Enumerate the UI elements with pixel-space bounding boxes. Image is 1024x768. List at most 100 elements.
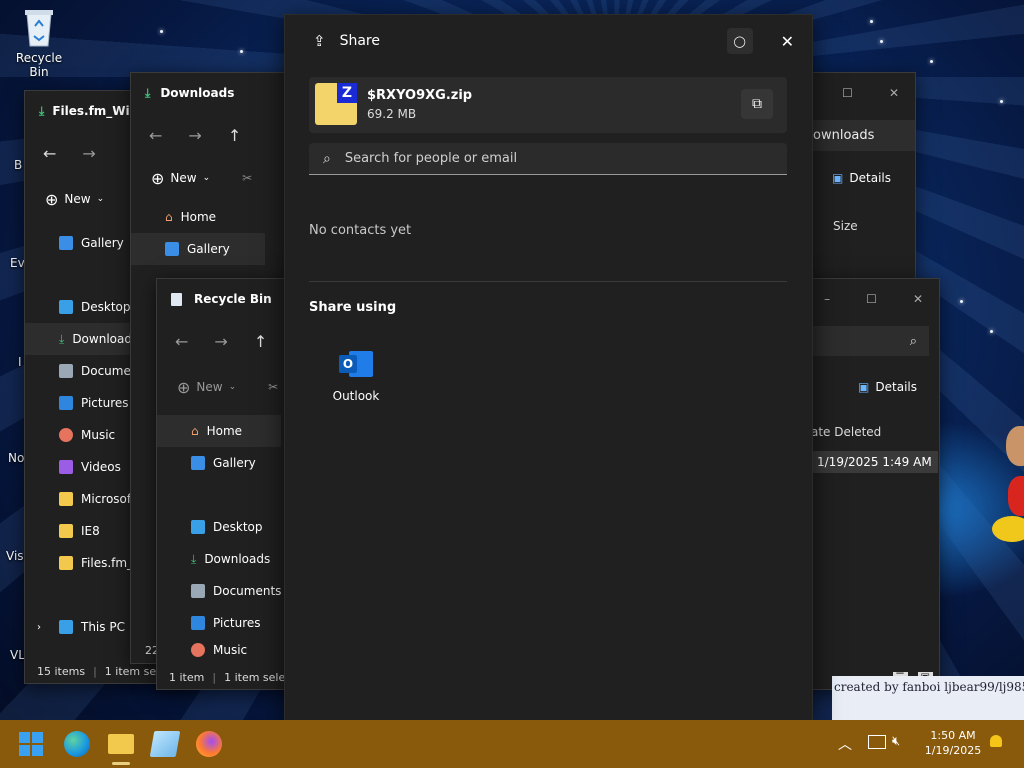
close-icon[interactable]: ✕ bbox=[913, 292, 923, 306]
person-icon: ◯ bbox=[733, 34, 746, 48]
chevron-up-icon[interactable]: ︿ bbox=[838, 734, 852, 754]
start-icon[interactable] bbox=[19, 732, 43, 756]
sidebar-item-label: Downloads bbox=[72, 332, 139, 346]
status-item-count: 15 items bbox=[37, 664, 86, 678]
videos-icon bbox=[59, 460, 73, 474]
column-header-date-deleted[interactable]: ate Deleted bbox=[811, 425, 881, 439]
search-box[interactable]: ⌕ bbox=[797, 326, 929, 356]
mascot-figure bbox=[990, 420, 1024, 550]
back-arrow-icon[interactable]: ← bbox=[175, 332, 188, 351]
desktop-partial-label-3: I bbox=[18, 355, 22, 369]
back-arrow-icon[interactable]: ← bbox=[149, 126, 162, 145]
clock[interactable]: 1:50 AM 1/19/2025 bbox=[918, 728, 988, 758]
search-icon: ⌕ bbox=[909, 333, 917, 349]
zip-file-icon: Z bbox=[315, 83, 357, 125]
people-search-box[interactable]: ⌕ Search for people or email bbox=[309, 143, 787, 175]
recycle-bin-desktop-label: Recycle Bin bbox=[15, 51, 63, 79]
sidebar-item-label: Pictures bbox=[213, 616, 261, 630]
recycle-bin-icon bbox=[171, 292, 182, 306]
mascot-body bbox=[1008, 476, 1024, 516]
back-arrow-icon[interactable]: ← bbox=[43, 144, 56, 163]
network-icon[interactable] bbox=[868, 735, 886, 749]
people-search-placeholder: Search for people or email bbox=[344, 151, 518, 166]
notification-bell-icon[interactable] bbox=[990, 735, 1002, 747]
document-icon bbox=[59, 364, 73, 378]
new-plus-icon: ⊕ bbox=[177, 377, 191, 397]
file-explorer-icon[interactable] bbox=[108, 734, 134, 754]
sidebar-item-label: Home bbox=[180, 210, 217, 224]
sidebar-item-label: Music bbox=[213, 643, 248, 657]
downloads-details-button[interactable]: Details bbox=[849, 171, 891, 185]
chevron-right-icon: › bbox=[37, 621, 41, 633]
sidebar-item-home[interactable]: ⌂ Home bbox=[157, 415, 281, 447]
sidebar-item-label: Home bbox=[206, 424, 243, 438]
sidebar-item-label: Microsoft bbox=[81, 492, 136, 506]
account-button[interactable]: ◯ bbox=[726, 28, 753, 54]
close-icon[interactable]: ✕ bbox=[781, 32, 794, 51]
home-icon: ⌂ bbox=[165, 210, 173, 224]
table-row[interactable]: 1/19/2025 1:49 AM bbox=[811, 451, 938, 473]
forward-arrow-icon[interactable]: → bbox=[214, 332, 227, 351]
outlook-o-badge: O bbox=[339, 355, 357, 373]
share-dialog[interactable]: ⇪ Share ◯ ✕ Z $RXYO9XG.zip 69.2 MB ⧉ ⌕ S… bbox=[284, 14, 813, 721]
folder-icon bbox=[59, 492, 73, 506]
mascot-head bbox=[1006, 426, 1024, 466]
downloads-new-button[interactable]: New bbox=[170, 171, 196, 185]
column-header-size[interactable]: Size bbox=[833, 219, 858, 233]
speaker-muted-icon[interactable]: 🔇︎ bbox=[892, 734, 900, 749]
copy-icon: ⧉ bbox=[752, 96, 762, 112]
row-date-deleted: 1/19/2025 1:49 AM bbox=[817, 455, 932, 469]
firefox-icon[interactable] bbox=[196, 731, 222, 757]
maximize-icon[interactable]: ☐ bbox=[866, 292, 877, 306]
desktop-icon bbox=[59, 300, 73, 314]
sidebar-item-label: IE8 bbox=[81, 524, 100, 538]
files-fm-new-button[interactable]: New bbox=[64, 192, 90, 206]
computer-icon bbox=[59, 620, 73, 634]
forward-arrow-icon[interactable]: → bbox=[188, 126, 201, 145]
watermark-label: created by fanboi ljbear99/lj985 bbox=[832, 676, 1024, 720]
cut-icon[interactable]: ✂ bbox=[268, 380, 278, 394]
recycle-bin-new-button[interactable]: New bbox=[196, 380, 222, 394]
close-icon[interactable]: ✕ bbox=[889, 86, 899, 100]
sidebar-item-gallery[interactable]: Gallery bbox=[131, 233, 265, 265]
recycle-bin-icon bbox=[25, 10, 53, 47]
up-arrow-icon[interactable]: ↑ bbox=[254, 332, 267, 351]
file-size: 69.2 MB bbox=[367, 107, 417, 121]
gallery-icon bbox=[59, 236, 73, 250]
pictures-icon bbox=[191, 616, 205, 630]
recycle-bin-title: Recycle Bin bbox=[194, 292, 272, 306]
active-app-indicator bbox=[112, 762, 130, 765]
share-app-outlook[interactable]: O Outlook bbox=[325, 349, 387, 403]
chevron-down-icon: ⌄ bbox=[96, 194, 105, 204]
folder-icon bbox=[59, 524, 73, 538]
minimize-icon[interactable]: – bbox=[824, 292, 830, 306]
sidebar-item-label: Downloads bbox=[204, 552, 271, 566]
edge-icon[interactable] bbox=[64, 731, 90, 757]
sidebar-item-label: Gallery bbox=[81, 236, 124, 250]
clock-date: 1/19/2025 bbox=[924, 744, 982, 757]
copy-button[interactable]: ⧉ bbox=[741, 89, 773, 119]
recycle-bin-desktop-icon[interactable]: Recycle Bin bbox=[6, 6, 72, 79]
forward-arrow-icon[interactable]: → bbox=[82, 144, 95, 163]
desktop-partial-label-2: Ev bbox=[10, 256, 25, 270]
file-card: Z $RXYO9XG.zip 69.2 MB ⧉ bbox=[309, 77, 787, 133]
downloads-title: Downloads bbox=[160, 86, 235, 100]
download-icon: ⤓ bbox=[145, 85, 151, 100]
notepad-icon[interactable] bbox=[149, 731, 181, 757]
details-pane-icon: ▣ bbox=[832, 171, 844, 185]
share-using-heading: Share using bbox=[309, 300, 397, 315]
cut-icon[interactable]: ✂ bbox=[242, 171, 252, 185]
sidebar-item-label: Music bbox=[81, 428, 116, 442]
maximize-icon[interactable]: ☐ bbox=[842, 86, 853, 100]
status-selection: 1 item selec bbox=[224, 670, 292, 684]
desktop-partial-label-4: No bbox=[8, 451, 25, 465]
outlook-icon: O bbox=[339, 349, 373, 379]
files-fm-title: Files.fm_Wi bbox=[52, 104, 130, 118]
clock-time: 1:50 AM bbox=[930, 729, 976, 742]
document-icon bbox=[191, 584, 205, 598]
recycle-bin-details-button[interactable]: Details bbox=[875, 380, 917, 394]
download-icon: ⤓ bbox=[39, 103, 45, 118]
up-arrow-icon[interactable]: ↑ bbox=[228, 126, 241, 145]
mascot-shoe bbox=[992, 516, 1024, 542]
download-icon: ⤓ bbox=[59, 331, 65, 346]
